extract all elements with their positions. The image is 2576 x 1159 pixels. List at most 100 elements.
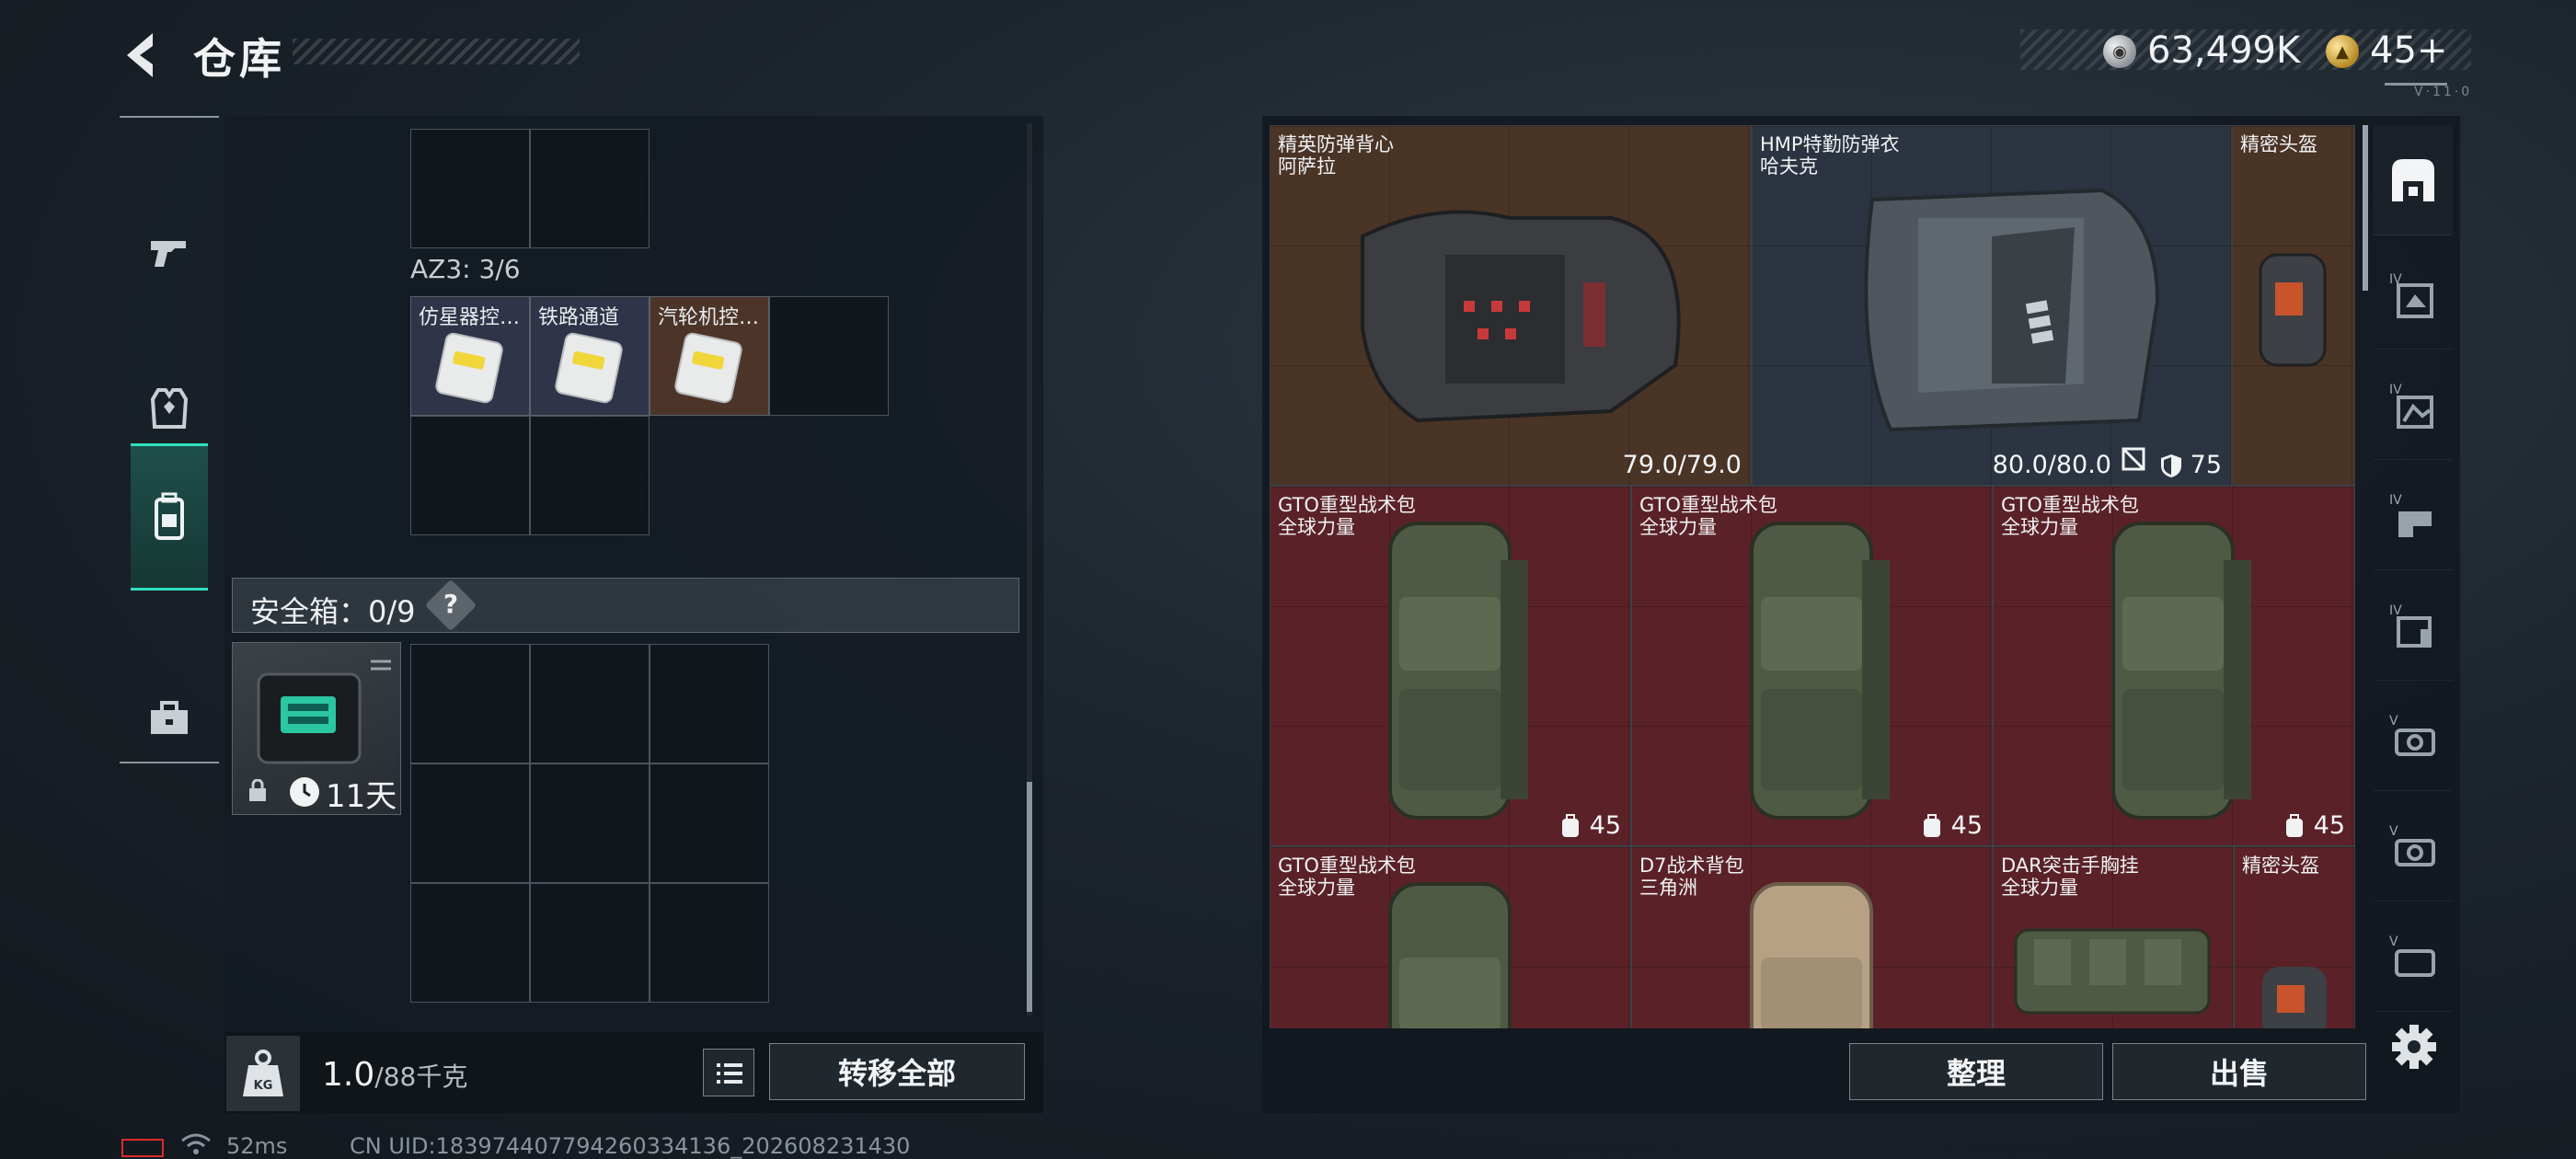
safe-slot[interactable]: [410, 644, 530, 763]
silver-currency-value: 63,499K: [2147, 29, 2301, 72]
filter-tab-armor-iv[interactable]: IV: [2374, 239, 2453, 350]
toolbox-icon: [151, 701, 188, 734]
backpack-image: [1750, 522, 1890, 820]
safe-slot[interactable]: [530, 883, 650, 1003]
category-tabs: [120, 116, 219, 763]
durability-text: 79.0/79.0: [1622, 451, 1742, 479]
item-gto-backpack[interactable]: GTO重型战术包 全球力量 45: [1631, 486, 1993, 846]
weight-max: /88千克: [374, 1061, 468, 1092]
weight-value: 1.0/88千克: [322, 1056, 467, 1094]
safe-slot[interactable]: [650, 763, 769, 883]
back-arrow-icon: [127, 33, 153, 77]
item-precision-helmet[interactable]: 精密头盔: [2232, 125, 2355, 486]
safe-slot[interactable]: [650, 644, 769, 763]
back-button[interactable]: [118, 28, 173, 83]
item-gto-backpack[interactable]: GTO重型战术包 全球力量 45: [1993, 486, 2355, 846]
tab-supplies[interactable]: [131, 646, 208, 793]
item-gto-backpack[interactable]: GTO重型战术包 全球力量: [1270, 846, 1631, 1028]
item-name: 精密头盔: [2240, 133, 2317, 155]
armor-vest-image: [1361, 210, 1681, 423]
gold-currency-value[interactable]: 45+: [2370, 29, 2447, 72]
armor-vest-icon: [150, 388, 189, 429]
transfer-all-button[interactable]: 转移全部: [769, 1043, 1025, 1100]
item-faction: 全球力量: [1639, 516, 1717, 538]
uid-text: CN UID:183974407794260334136_20260823143…: [350, 1133, 911, 1159]
backpack-image: [1750, 882, 1873, 1028]
gold-coin-icon[interactable]: ▲: [2326, 35, 2359, 68]
empty-slot[interactable]: [769, 296, 889, 416]
empty-slot[interactable]: [410, 129, 530, 248]
safe-slot[interactable]: [410, 883, 530, 1003]
keycard-icon: [674, 332, 742, 404]
rig-level-v-icon: V: [2389, 935, 2435, 977]
clock-icon: [290, 777, 319, 807]
armor-repair-icon: [2121, 446, 2146, 476]
item-d7-backpack[interactable]: D7战术背包 三角洲: [1631, 846, 1993, 1028]
armor-level-iv-icon: IV: [2389, 272, 2433, 318]
helmet-level-v-icon: V: [2389, 824, 2435, 866]
keycard-icon: [555, 332, 623, 404]
svg-text:IV: IV: [2389, 493, 2402, 508]
filter-tab-backpack-iv[interactable]: IV: [2374, 570, 2453, 681]
storage-scrollbar-thumb[interactable]: [1027, 782, 1032, 1012]
capacity-value: 45: [2313, 811, 2345, 840]
weight-kg-icon: KG: [243, 1050, 283, 1096]
sort-button[interactable]: 整理: [1849, 1043, 2103, 1100]
item-faction: 全球力量: [1278, 877, 1355, 899]
item-name: 铁路通道: [538, 306, 620, 329]
sell-button[interactable]: 出售: [2112, 1043, 2366, 1100]
item-hmp-armor[interactable]: HMP特勤防弹衣 哈夫克 ▮▮▮ 80.0/80.0 75: [1752, 125, 2232, 486]
list-view-button[interactable]: [703, 1049, 754, 1096]
chest-rig-image: [2014, 928, 2211, 1015]
filter-tab-rig-v[interactable]: V: [2374, 901, 2453, 1012]
item-gto-backpack[interactable]: GTO重型战术包 全球力量 45: [1270, 486, 1631, 846]
helmet-image: [2259, 253, 2327, 367]
settings-button[interactable]: [2388, 1021, 2440, 1073]
svg-text:V: V: [2389, 935, 2398, 949]
inventory-scrollbar-thumb[interactable]: [2363, 125, 2368, 291]
backpack-small-icon: [1561, 813, 1579, 837]
empty-slot[interactable]: [530, 416, 650, 535]
item-elite-vest[interactable]: 精英防弹背心 阿萨拉 79.0/79.0: [1270, 125, 1752, 486]
item-faction: 三角洲: [1639, 877, 1697, 899]
tab-weapons[interactable]: [131, 178, 208, 326]
capacity-badge: 45: [2283, 811, 2345, 840]
item-name: 仿星器控…: [419, 306, 521, 329]
svg-text:V: V: [2389, 714, 2398, 729]
keycard-icon: [435, 332, 503, 404]
shield-icon: [2160, 453, 2181, 477]
item-keycard[interactable]: 铁路通道: [530, 296, 650, 416]
item-name: 精密头盔: [2242, 855, 2319, 877]
filter-tab-helmet-iv[interactable]: IV: [2374, 350, 2453, 460]
filter-tab-all[interactable]: [2374, 125, 2453, 235]
item-faction: 全球力量: [2001, 516, 2078, 538]
weight-icon-box: KG: [226, 1036, 300, 1111]
safe-slot[interactable]: [530, 763, 650, 883]
safe-slot[interactable]: [410, 763, 530, 883]
filter-tab-helmet-v[interactable]: V: [2374, 791, 2453, 901]
item-keycard[interactable]: 仿星器控…: [410, 296, 530, 416]
filter-tab-rig-iv[interactable]: IV: [2374, 460, 2453, 570]
armor-protection-badge: 75: [2159, 451, 2222, 479]
kg-label: KG: [254, 1079, 273, 1093]
safe-slot[interactable]: [530, 644, 650, 763]
item-precision-helmet[interactable]: 精密头盔: [2234, 846, 2355, 1028]
safe-box-timer: 11天: [326, 778, 397, 815]
svg-text:IV: IV: [2389, 383, 2402, 397]
tab-backpack[interactable]: [131, 443, 208, 591]
safe-slot[interactable]: [650, 883, 769, 1003]
empty-slot[interactable]: [410, 416, 530, 535]
item-faction: 阿萨拉: [1278, 155, 1336, 178]
filter-tabs-topline: [2385, 83, 2447, 86]
lock-icon: [247, 778, 268, 801]
rig-level-iv-icon: IV: [2389, 493, 2432, 537]
filter-tab-armor-v[interactable]: V: [2374, 681, 2453, 791]
safe-box-label: 安全箱：0/9: [250, 594, 416, 629]
item-dar-chest-rig[interactable]: DAR突击手胸挂 全球力量: [1993, 846, 2234, 1028]
item-keycard[interactable]: 汽轮机控…: [650, 296, 769, 416]
armor-level-v-icon: V: [2389, 714, 2435, 756]
empty-slot[interactable]: [530, 129, 650, 248]
gear-icon: [2392, 1025, 2436, 1069]
armor-vest-image: ▮▮▮: [1864, 188, 2160, 432]
all-items-icon: [2392, 158, 2434, 201]
